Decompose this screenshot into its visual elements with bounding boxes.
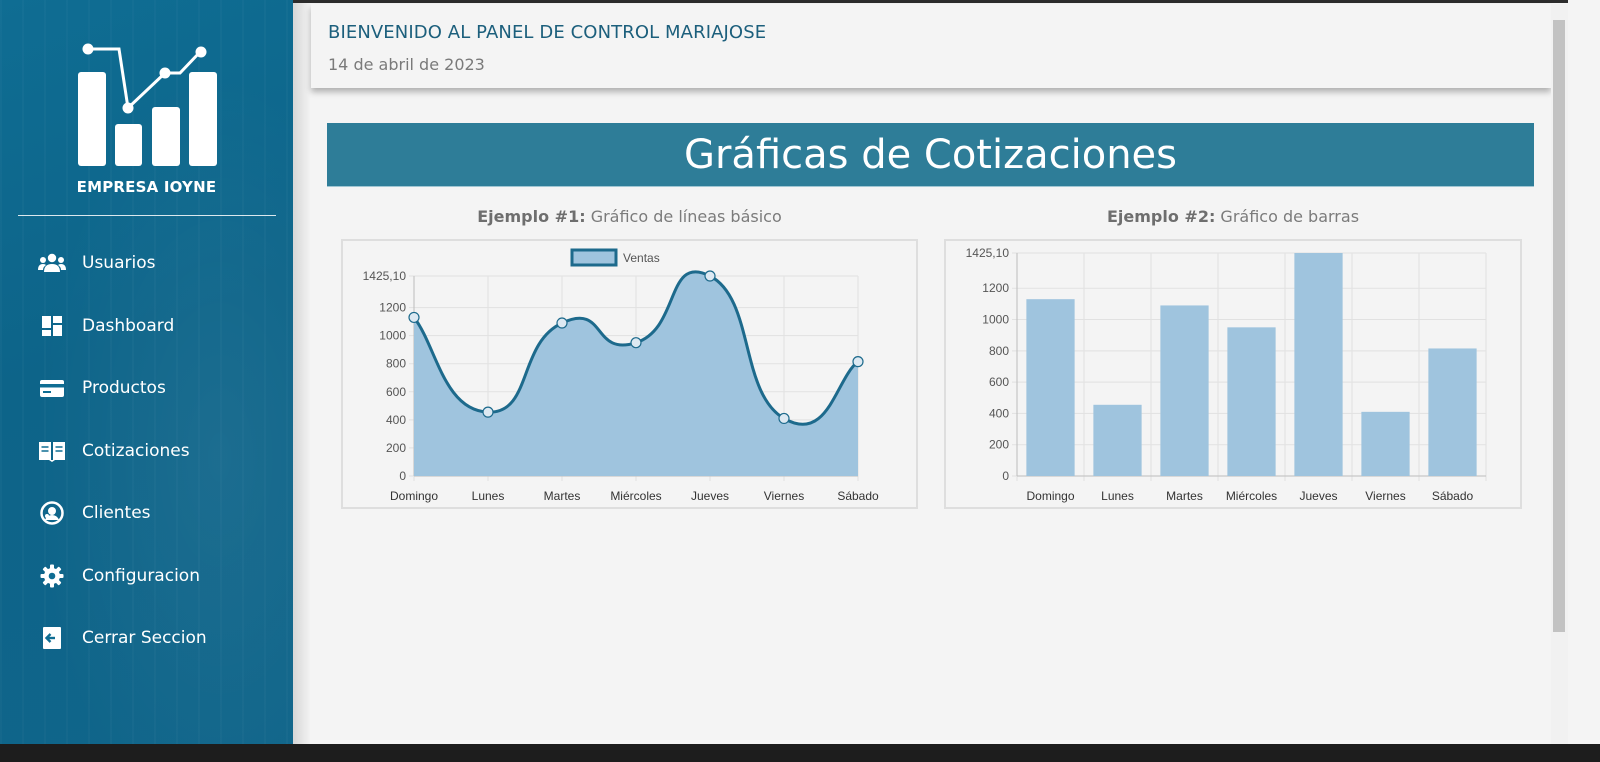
x-tick-label: Domingo: [1026, 489, 1074, 503]
users-icon: [38, 250, 66, 276]
y-tick-label: 200: [386, 441, 406, 455]
sidebar-item-cerrar-seccion[interactable]: Cerrar Seccion: [0, 607, 293, 670]
chart1-title-bold: Ejemplo #1:: [477, 207, 586, 226]
sign-out-icon: [38, 625, 66, 651]
line-chart-svg: 1425,10 1200 1000 800 600 400 200 0 Domingo Lunes…: [363, 248, 879, 503]
x-tick-label: Sábado: [837, 489, 879, 503]
sidebar-divider: [18, 215, 276, 216]
y-tick-label: 0: [1002, 469, 1009, 483]
sidebar-item-label: Productos: [82, 378, 166, 399]
data-point: [778, 412, 790, 425]
y-tick-label: 800: [989, 344, 1009, 358]
y-tick-label: 1425,10: [363, 269, 407, 283]
scrollbar-thumb[interactable]: [1553, 20, 1565, 632]
bar-sábado: [1428, 348, 1477, 476]
sidebar-item-label: Configuracion: [82, 565, 200, 586]
y-tick-label: 400: [386, 413, 406, 427]
data-point: [408, 311, 420, 324]
gear-icon: [38, 563, 66, 589]
sidebar-nav: Usuarios Dashboard Productos Cotizacione…: [0, 232, 293, 670]
bar-viernes: [1361, 411, 1410, 476]
sidebar-item-dashboard[interactable]: Dashboard: [0, 295, 293, 358]
bar-miércoles: [1227, 327, 1276, 476]
y-tick-label: 0: [399, 469, 406, 483]
sidebar-item-productos[interactable]: Productos: [0, 357, 293, 420]
sidebar-item-usuarios[interactable]: Usuarios: [0, 232, 293, 295]
chart2-title: Ejemplo #2: Gráfico de barras: [945, 207, 1521, 226]
data-point: [630, 337, 642, 349]
bar-chart: 1425,10 1200 1000 800 600 400 200 0 Domingo Lunes…: [944, 239, 1522, 509]
x-tick-label: Viernes: [764, 489, 804, 503]
sidebar: EMPRESA IOYNE Usuarios Dashboard Product…: [0, 0, 293, 762]
window-top-border: [293, 0, 1568, 3]
x-tick-label: Martes: [1166, 489, 1203, 503]
dashboard-icon: [38, 313, 66, 339]
bar-domingo: [1026, 299, 1075, 476]
y-tick-label: 400: [989, 406, 1009, 420]
x-tick-label: Domingo: [390, 489, 438, 503]
company-logo-icon: [70, 38, 230, 173]
header-bar: BIENVENIDO AL PANEL DE CONTROL MARIAJOSE…: [311, 4, 1551, 88]
y-tick-label: 1000: [379, 329, 406, 343]
y-tick-label: 1425,10: [966, 246, 1010, 260]
bar-martes: [1160, 305, 1209, 476]
y-tick-label: 1200: [982, 281, 1009, 295]
y-tick-label: 800: [386, 357, 406, 371]
x-tick-label: Miércoles: [610, 489, 661, 503]
data-point: [852, 356, 864, 368]
bar-chart-svg: 1425,10 1200 1000 800 600 400 200 0 Domingo Lunes…: [966, 246, 1487, 503]
credit-card-icon: [38, 375, 66, 401]
data-point: [482, 406, 494, 418]
sidebar-item-label: Cerrar Seccion: [82, 628, 207, 649]
x-tick-label: Lunes: [472, 489, 505, 503]
vertical-scrollbar[interactable]: [1551, 4, 1568, 744]
sidebar-item-clientes[interactable]: Clientes: [0, 482, 293, 545]
sidebar-item-label: Cotizaciones: [82, 440, 190, 461]
y-tick-label: 1000: [982, 313, 1009, 327]
sidebar-item-label: Dashboard: [82, 315, 175, 336]
chart2-title-bold: Ejemplo #2:: [1106, 207, 1216, 226]
bar-lunes: [1093, 404, 1142, 476]
bar-jueves: [1294, 253, 1343, 476]
y-tick-label: 600: [989, 375, 1009, 389]
page-title: Gráficas de Cotizaciones: [327, 123, 1534, 187]
open-book-icon: [38, 438, 66, 464]
x-tick-label: Martes: [544, 489, 581, 503]
sidebar-item-cotizaciones[interactable]: Cotizaciones: [0, 420, 293, 483]
data-point: [556, 317, 568, 329]
chart1-title: Ejemplo #1: Gráfico de líneas básico: [342, 207, 917, 226]
legend: Ventas: [570, 248, 660, 267]
x-tick-label: Jueves: [691, 489, 729, 503]
current-date: 14 de abril de 2023: [328, 55, 485, 74]
sidebar-item-label: Clientes: [82, 503, 151, 524]
legend-label: Ventas: [623, 251, 660, 265]
chart2-title-text: Gráfico de barras: [1215, 207, 1360, 226]
company-name: EMPRESA IOYNE: [76, 178, 217, 196]
chart1-title-text: Gráfico de líneas básico: [585, 207, 782, 226]
data-point: [704, 270, 716, 282]
x-tick-label: Jueves: [1299, 489, 1337, 503]
sidebar-item-configuracion[interactable]: Configuracion: [0, 545, 293, 608]
sidebar-shadow: [293, 0, 311, 744]
y-tick-label: 1200: [379, 301, 406, 315]
x-tick-label: Sábado: [1432, 489, 1474, 503]
welcome-text: BIENVENIDO AL PANEL DE CONTROL MARIAJOSE: [328, 22, 767, 43]
line-chart: 1425,10 1200 1000 800 600 400 200 0 Domingo Lunes…: [341, 239, 918, 509]
user-circle-icon: [38, 500, 66, 526]
sidebar-item-label: Usuarios: [82, 253, 156, 274]
x-tick-label: Viernes: [1365, 489, 1405, 503]
x-tick-label: Lunes: [1101, 489, 1134, 503]
x-tick-label: Miércoles: [1226, 489, 1277, 503]
window-bottom-edge: [0, 744, 1600, 762]
y-tick-label: 600: [386, 385, 406, 399]
legend-swatch: [570, 248, 618, 267]
y-tick-label: 200: [989, 438, 1009, 452]
